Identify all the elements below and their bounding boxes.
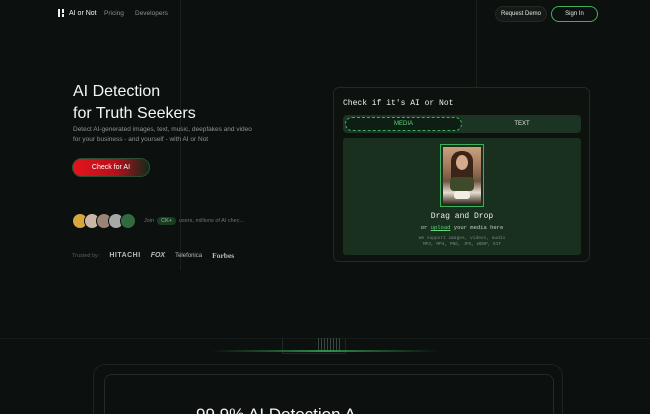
supported-formats: We support images, videos, audio MP3, MP… <box>343 236 581 248</box>
sample-image <box>443 147 481 204</box>
upload-link[interactable]: upload <box>431 224 451 231</box>
drag-sub-suffix: your media here <box>453 224 504 231</box>
page-title: AI Detection for Truth Seekers <box>73 81 196 125</box>
fox-logo: FOX <box>150 252 166 259</box>
hitachi-logo: HITACHI <box>109 252 141 259</box>
user-count-badge: CK+ <box>157 217 176 225</box>
trusted-label: Trusted by: <box>72 252 100 259</box>
glow-line <box>210 350 440 352</box>
checker-card: Check if it's AI or Not MEDIA TEXT Drag … <box>333 87 590 262</box>
trusted-by: Trusted by: HITACHI FOX Telefonica Forbe… <box>72 251 234 260</box>
drag-drop-subtitle: or upload your media here <box>343 224 581 231</box>
check-for-ai-button[interactable]: Check for AI <box>72 158 150 177</box>
nav-link-pricing[interactable]: Pricing <box>104 10 124 17</box>
drag-drop-title: Drag and Drop <box>430 212 494 221</box>
sign-in-button[interactable]: Sign In <box>551 6 598 22</box>
forbes-logo: Forbes <box>212 251 235 260</box>
logo-icon <box>58 9 65 17</box>
social-join: Join <box>144 218 155 224</box>
drop-zone[interactable]: Drag and Drop or upload your media here … <box>343 138 581 255</box>
title-line-2: for Truth Seekers <box>73 105 196 122</box>
sample-image-frame <box>440 144 484 207</box>
brand-logo[interactable]: AI or Not <box>58 9 97 17</box>
telefonica-logo: Telefonica <box>175 252 203 259</box>
title-line-1: AI Detection <box>73 83 161 100</box>
formats-line-2: MP3, MP4, PNG, JPG, WEBP, GIF <box>422 242 502 247</box>
avatar <box>120 213 136 229</box>
hero-subtitle: Detect AI-generated images, text, music,… <box>73 126 252 143</box>
social-proof: Join CK+ users, millions of AI chec... <box>72 213 244 229</box>
tab-media[interactable]: MEDIA <box>345 117 462 131</box>
top-nav: AI or Not Pricing Developers Request Dem… <box>0 0 650 28</box>
media-type-tabs: MEDIA TEXT <box>343 115 581 133</box>
brand-name: AI or Not <box>69 9 97 17</box>
nav-link-developers[interactable]: Developers <box>135 10 168 17</box>
social-text: Join CK+ users, millions of AI chec... <box>144 217 244 225</box>
tab-text[interactable]: TEXT <box>465 117 579 131</box>
stats-heading: 99.9% AI Detection A... <box>196 405 370 414</box>
checker-title: Check if it's AI or Not <box>343 99 454 108</box>
social-rest: users, millions of AI chec... <box>178 218 245 224</box>
drag-sub-prefix: or <box>420 224 428 231</box>
request-demo-button[interactable]: Request Demo <box>495 6 547 22</box>
